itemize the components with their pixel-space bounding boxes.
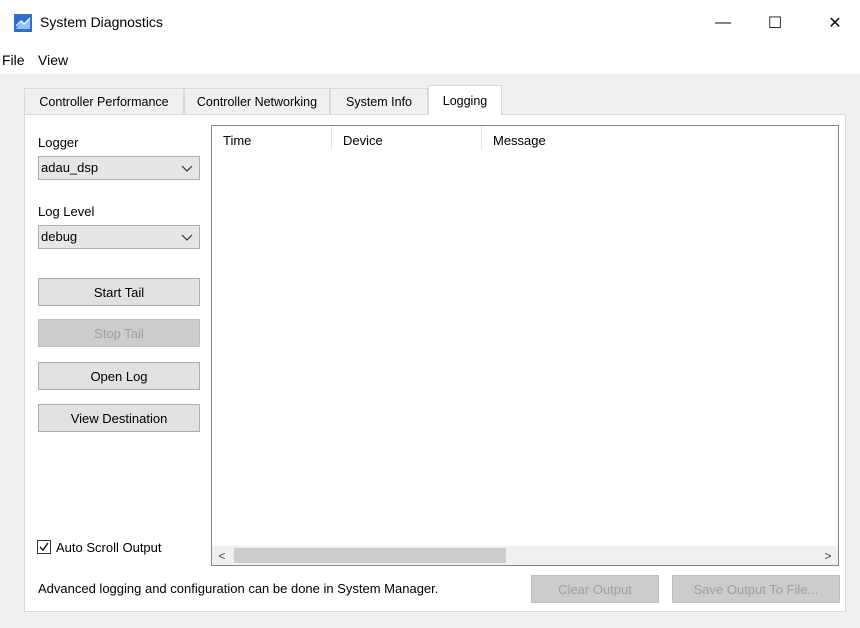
log-level-value: debug [41,229,78,244]
column-header-message[interactable]: Message [482,126,838,150]
minimize-button[interactable]: — [700,8,746,38]
column-header-device[interactable]: Device [332,126,482,150]
chevron-left-icon: < [218,548,226,563]
window-title: System Diagnostics [40,14,163,30]
close-icon: ✕ [828,15,842,32]
tab-system-info[interactable]: System Info [330,88,428,114]
logger-label: Logger [38,135,79,150]
close-button[interactable]: ✕ [812,8,858,38]
tab-logging[interactable]: Logging [428,85,502,115]
log-level-label: Log Level [38,204,95,219]
chevron-down-icon [181,229,193,245]
view-destination-button[interactable]: View Destination [38,404,200,432]
chevron-right-icon: > [824,548,832,563]
logger-dropdown[interactable]: adau_dsp [38,156,200,180]
minimize-icon: — [715,14,731,31]
scroll-right-button[interactable]: > [818,546,838,565]
auto-scroll-checkbox[interactable] [37,540,51,554]
tab-controller-networking[interactable]: Controller Networking [184,88,330,114]
log-level-dropdown[interactable]: debug [38,225,200,249]
menu-bar: File View [0,46,860,74]
check-icon [39,542,49,552]
maximize-icon: ☐ [767,15,783,32]
log-output-list[interactable]: Time Device Message < > [211,125,839,566]
app-window: System Diagnostics — ☐ ✕ File View Contr… [0,0,860,628]
menu-file[interactable]: File [2,52,25,68]
horizontal-scrollbar[interactable]: < > [212,546,838,565]
auto-scroll-option[interactable]: Auto Scroll Output [37,538,162,556]
column-header-time[interactable]: Time [212,126,332,150]
system-diagnostics-icon [14,14,32,32]
logger-value: adau_dsp [41,160,99,175]
scroll-thumb[interactable] [234,548,506,563]
footer-info-text: Advanced logging and configuration can b… [38,581,439,596]
scroll-left-button[interactable]: < [212,546,232,565]
auto-scroll-label: Auto Scroll Output [56,539,162,555]
open-log-button[interactable]: Open Log [38,362,200,390]
list-header: Time Device Message [212,126,838,150]
stop-tail-button[interactable]: Stop Tail [38,319,200,347]
start-tail-button[interactable]: Start Tail [38,278,200,306]
title-bar[interactable]: System Diagnostics — ☐ ✕ [0,0,860,46]
menu-view[interactable]: View [38,52,68,68]
chevron-down-icon [181,160,193,176]
save-output-button[interactable]: Save Output To File... [672,575,840,603]
maximize-button[interactable]: ☐ [752,8,798,38]
tab-controller-performance[interactable]: Controller Performance [24,88,184,114]
clear-output-button[interactable]: Clear Output [531,575,659,603]
